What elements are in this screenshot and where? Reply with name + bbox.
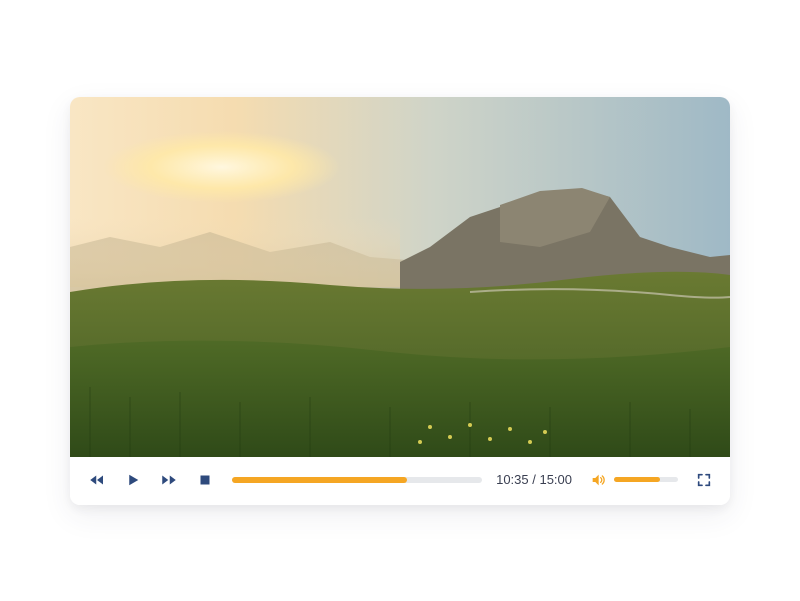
play-button[interactable] — [124, 471, 142, 489]
controls-bar: 10:35 / 15:00 — [70, 457, 730, 505]
rewind-button[interactable] — [88, 471, 106, 489]
volume-button[interactable] — [590, 472, 606, 488]
forward-button[interactable] — [160, 471, 178, 489]
fullscreen-button[interactable] — [696, 472, 712, 488]
fullscreen-icon — [696, 472, 712, 488]
volume-group — [590, 472, 678, 488]
seek-bar[interactable] — [232, 477, 482, 483]
volume-bar[interactable] — [614, 477, 678, 482]
volume-fill — [614, 477, 660, 482]
forward-icon — [160, 471, 178, 489]
stop-button[interactable] — [196, 471, 214, 489]
volume-icon — [590, 472, 606, 488]
progress-group: 10:35 / 15:00 — [232, 472, 572, 487]
rewind-icon — [88, 471, 106, 489]
seek-fill — [232, 477, 407, 483]
video-player: 10:35 / 15:00 — [70, 97, 730, 505]
play-icon — [124, 471, 142, 489]
stop-icon — [196, 471, 214, 489]
time-display: 10:35 / 15:00 — [496, 472, 572, 487]
video-viewport[interactable] — [70, 97, 730, 457]
